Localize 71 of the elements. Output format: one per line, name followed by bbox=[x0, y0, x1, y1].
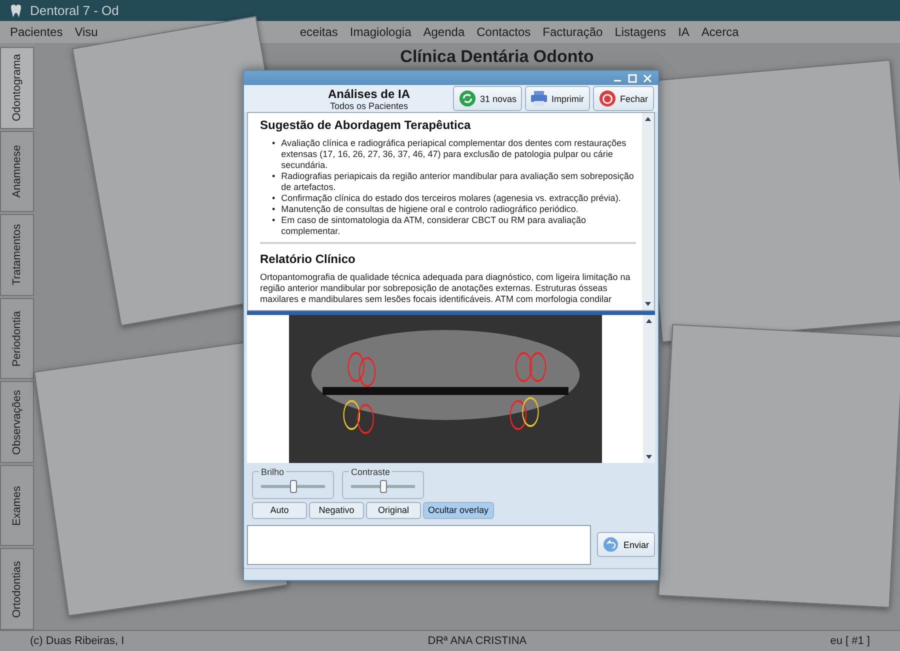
side-tab[interactable]: Exames bbox=[0, 464, 34, 546]
side-tab[interactable]: Observações bbox=[0, 381, 34, 463]
dialog-title: Análises de IA bbox=[328, 86, 410, 101]
toolbar-button[interactable]: 31 novas bbox=[452, 86, 522, 112]
section-heading: Relatório Clínico bbox=[260, 252, 356, 266]
report-paragraph: Ortopantomografia de qualidade técnica adequada para diagnóstico, com ligeira limitação na região anterior mandibular por sobreposição de anotações externas. Estruturas ósseas maxilares e mandibulares sem lesões focais identificáveis. ATM com morfologia condilar bbox=[260, 272, 632, 305]
maximize-icon[interactable] bbox=[628, 74, 637, 83]
power-icon bbox=[598, 90, 616, 108]
scroll-up-icon[interactable] bbox=[644, 114, 652, 123]
side-tab[interactable]: Anamnese bbox=[0, 130, 34, 212]
side-tab[interactable]: Periodontia bbox=[0, 298, 34, 380]
tab-label: Periodontia bbox=[11, 310, 23, 366]
tab-label: Odontograma bbox=[11, 54, 23, 122]
message-input[interactable] bbox=[247, 524, 591, 565]
tooth-icon bbox=[10, 4, 22, 18]
bullet-marker: • bbox=[272, 170, 276, 183]
splitter-handle[interactable] bbox=[247, 310, 655, 315]
printer-icon bbox=[531, 91, 548, 106]
menu-item[interactable]: Contactos bbox=[476, 25, 531, 39]
tab-label: Anamnese bbox=[11, 145, 23, 198]
slider-thumb[interactable] bbox=[290, 480, 297, 493]
menu-item[interactable]: Listagens bbox=[614, 25, 666, 39]
menu-item[interactable]: Facturação bbox=[542, 25, 603, 39]
scrollbar[interactable] bbox=[642, 112, 654, 310]
menu-item[interactable]: Acerca bbox=[701, 25, 739, 39]
close-icon[interactable] bbox=[643, 74, 652, 83]
menu-item[interactable]: Visu bbox=[74, 25, 98, 39]
view-button[interactable]: Original bbox=[366, 502, 421, 519]
bullet-marker: • bbox=[272, 214, 276, 227]
scrollbar[interactable] bbox=[643, 314, 655, 463]
section-heading: Sugestão de Abordagem Terapêutica bbox=[260, 118, 472, 132]
side-tab[interactable]: Ortodontias bbox=[0, 548, 34, 630]
menu-item[interactable]: Agenda bbox=[423, 25, 465, 39]
side-tab[interactable]: Tratamentos bbox=[0, 214, 34, 296]
dialog-subtitle: Todos os Pacientes bbox=[330, 100, 408, 111]
window-title: Dentoral 7 - Od bbox=[30, 3, 119, 18]
bullet-item: Confirmação clínica do estado dos terceiros molares (agenesia vs. extracção prévia). bbox=[281, 192, 621, 204]
menu-item[interactable]: eceitas bbox=[300, 25, 338, 39]
scroll-up-icon[interactable] bbox=[645, 316, 653, 325]
bullet-item: Avaliação clínica e radiográfica periapical complementar dos dentes com restaurações extensas (17, 16, 26, 27, 36, 37, 46, 47) para exclusão de patologia pulpar ou cárie secundária. bbox=[281, 138, 628, 171]
status-text: DRª ANA CRISTINA bbox=[428, 635, 527, 647]
refresh-icon bbox=[458, 90, 476, 108]
scroll-down-icon[interactable] bbox=[644, 300, 652, 308]
side-tab[interactable]: Odontograma bbox=[0, 47, 34, 129]
reply-icon bbox=[603, 536, 618, 554]
bullet-item: Radiografias periapicais da região anterior mandibular para avaliação sem sobreposição de artefactos. bbox=[281, 170, 635, 193]
view-button[interactable]: Negativo bbox=[309, 502, 364, 519]
slider-thumb[interactable] bbox=[380, 480, 387, 493]
view-button[interactable]: Ocultar overlay bbox=[423, 502, 494, 519]
menu-item[interactable]: Imagiologia bbox=[350, 25, 412, 39]
status-text: (c) Duas Ribeiras, I bbox=[30, 635, 124, 647]
bullet-item: Manutenção de consultas de higiene oral e controlo radiográfico periódico. bbox=[281, 204, 578, 215]
menu-item[interactable]: Pacientes bbox=[10, 25, 63, 39]
view-button[interactable]: Auto bbox=[252, 502, 307, 519]
toolbar-button[interactable]: Imprimir bbox=[525, 86, 590, 112]
status-text: eu [ #1 ] bbox=[830, 635, 870, 647]
menu-item[interactable]: IA bbox=[678, 25, 690, 39]
toolbar-button[interactable]: Fechar bbox=[592, 86, 654, 112]
send-button[interactable]: Enviar bbox=[597, 532, 655, 558]
scroll-down-icon[interactable] bbox=[645, 452, 653, 461]
tab-label: Exames bbox=[11, 486, 23, 526]
slider-label: Contraste bbox=[350, 466, 392, 477]
bullet-marker: • bbox=[272, 192, 276, 204]
bullet-item: Em caso de sintomatologia da ATM, considerar CBCT ou RM para avaliação complementar. bbox=[281, 214, 587, 237]
slider-label: Brilho bbox=[260, 466, 286, 477]
tab-label: Tratamentos bbox=[11, 224, 23, 286]
bullet-marker: • bbox=[272, 138, 276, 150]
tab-label: Ortodontias bbox=[11, 560, 23, 618]
tab-label: Observações bbox=[11, 390, 23, 454]
bullet-marker: • bbox=[272, 204, 276, 215]
clinic-heading: Clínica Dentária Odonto bbox=[400, 47, 594, 67]
